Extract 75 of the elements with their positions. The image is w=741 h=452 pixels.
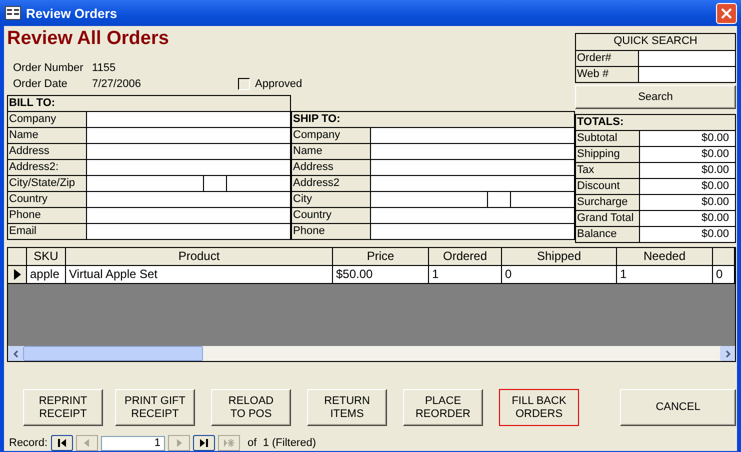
search-field[interactable] xyxy=(639,67,735,82)
star-icon xyxy=(222,438,235,448)
cancel-button[interactable]: CANCEL xyxy=(620,389,736,426)
text-field[interactable] xyxy=(87,208,290,223)
record-number-field[interactable]: 1 xyxy=(100,436,165,450)
right-triangle-icon xyxy=(198,438,210,448)
text-field[interactable] xyxy=(87,112,290,127)
amount-value: $0.00 xyxy=(640,163,735,178)
info-value: 1155 xyxy=(92,62,117,74)
action-button[interactable]: RELOAD TO POS xyxy=(211,389,291,426)
amount-value: $0.00 xyxy=(640,179,735,194)
current-row-icon xyxy=(14,269,20,280)
section-heading: BILL TO: xyxy=(8,96,56,111)
text-field[interactable] xyxy=(371,128,574,143)
action-button[interactable]: FILL BACK ORDERS xyxy=(499,389,579,426)
table-cell: 0 xyxy=(713,266,735,284)
table-cell: 1 xyxy=(617,266,713,284)
amount-value: $0.00 xyxy=(640,211,735,226)
table-cell: apple xyxy=(27,266,66,284)
info-label: Order Number xyxy=(13,62,84,74)
action-button[interactable]: PLACE REORDER xyxy=(403,389,483,426)
column-header[interactable]: Ordered xyxy=(429,248,502,266)
form-icon xyxy=(5,6,21,20)
row-selector[interactable] xyxy=(8,266,27,284)
text-field[interactable] xyxy=(371,208,574,223)
search-button[interactable]: Search xyxy=(575,85,736,109)
last-record-button[interactable] xyxy=(192,435,215,451)
info-label: Order Date xyxy=(13,78,68,90)
text-field[interactable] xyxy=(371,144,574,159)
first-record-button[interactable] xyxy=(50,435,73,451)
action-button[interactable]: REPRINT RECEIPT xyxy=(23,389,103,426)
amount-value: $0.00 xyxy=(640,227,735,242)
action-button[interactable]: PRINT GIFT RECEIPT xyxy=(115,389,195,426)
info-value: 7/27/2006 xyxy=(92,78,142,90)
column-header[interactable]: Shipped xyxy=(502,248,617,266)
text-field[interactable] xyxy=(371,224,574,239)
table-cell: 1 xyxy=(429,266,502,284)
window-title: Review Orders xyxy=(26,6,118,20)
form-heading: Review All Orders xyxy=(7,28,170,50)
amount-value: $0.00 xyxy=(640,147,735,162)
checkbox-label: Approved xyxy=(255,78,302,90)
horizontal-scrollbar[interactable] xyxy=(8,346,735,361)
table-cell: Virtual Apple Set xyxy=(66,266,333,284)
zip-field[interactable] xyxy=(227,176,290,191)
column-header[interactable]: Price xyxy=(333,248,429,266)
quick-search-title: QUICK SEARCH xyxy=(612,34,698,49)
text-field[interactable] xyxy=(87,224,290,239)
section-heading: SHIP TO: xyxy=(292,112,340,127)
close-button[interactable] xyxy=(716,2,737,24)
state-field[interactable] xyxy=(487,192,511,207)
column-header[interactable]: Needed xyxy=(617,248,713,266)
zip-field[interactable] xyxy=(511,192,574,207)
table-cell: $50.00 xyxy=(333,266,429,284)
search-field[interactable] xyxy=(639,51,735,66)
column-header[interactable]: Product xyxy=(66,248,333,266)
left-triangle-icon xyxy=(56,438,68,448)
close-icon xyxy=(721,8,732,18)
text-field[interactable] xyxy=(87,160,290,175)
column-header[interactable]: SKU xyxy=(27,248,66,266)
text-field[interactable] xyxy=(87,192,290,207)
text-field[interactable] xyxy=(371,176,574,191)
text-field[interactable] xyxy=(87,144,290,159)
table-cell: 0 xyxy=(502,266,617,284)
text-field[interactable] xyxy=(87,128,290,143)
approved-checkbox[interactable] xyxy=(238,78,250,90)
action-button[interactable]: RETURN ITEMS xyxy=(307,389,387,426)
section-heading: TOTALS: xyxy=(576,115,624,130)
record-label: Record: xyxy=(9,437,48,449)
amount-value: $0.00 xyxy=(640,195,735,210)
amount-value: $0.00 xyxy=(640,131,735,146)
state-field[interactable] xyxy=(203,176,227,191)
record-count: of 1 (Filtered) xyxy=(248,437,316,449)
city-field[interactable] xyxy=(371,192,487,207)
city-field[interactable] xyxy=(87,176,203,191)
text-field[interactable] xyxy=(371,160,574,175)
